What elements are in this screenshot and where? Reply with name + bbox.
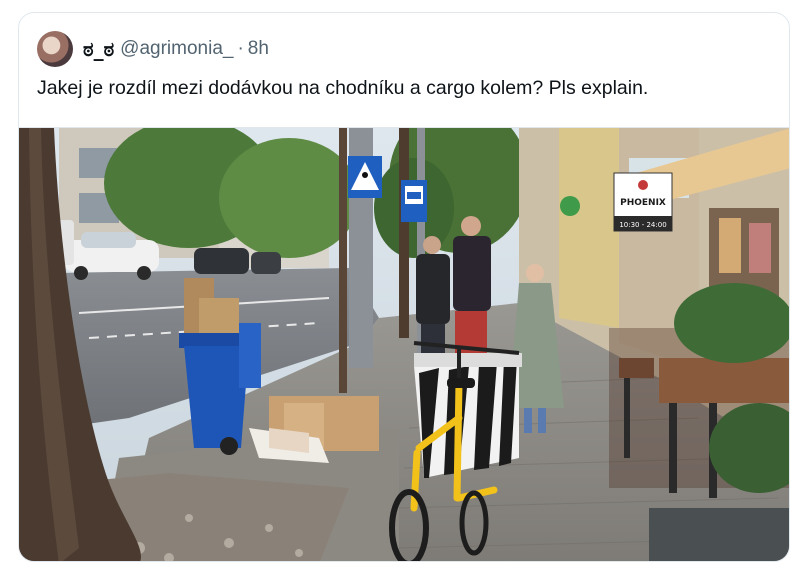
dark-car <box>194 248 249 274</box>
pedestrian-red-pants <box>453 216 491 366</box>
tweet-text: Jakej je rozdíl mezi dodávkou na chodník… <box>37 77 649 99</box>
cargo-bike-box <box>414 353 522 478</box>
display-name[interactable]: ಠ_ಠ <box>83 37 114 61</box>
svg-text:10:30 - 24:00: 10:30 - 24:00 <box>619 221 666 229</box>
tweet-photo[interactable]: PHOENIX 10:30 - 24:00 <box>19 127 789 561</box>
parking-sign <box>401 180 427 222</box>
timestamp[interactable]: 8h <box>248 38 269 60</box>
user-handle[interactable]: @agrimonia_ <box>120 38 233 60</box>
svg-text:PHOENIX: PHOENIX <box>620 198 666 208</box>
separator-dot: · <box>237 38 244 59</box>
phoenix-sign: PHOENIX 10:30 - 24:00 <box>613 172 673 232</box>
tweet-header: ಠ_ಠ @agrimonia_ · 8h <box>37 31 269 67</box>
pedestrian-crossing-sign <box>348 156 382 198</box>
tweet-card[interactable]: ಠ_ಠ @agrimonia_ · 8h Jakej je rozdíl mez… <box>18 12 790 562</box>
avatar[interactable] <box>37 31 73 67</box>
round-sign <box>560 196 580 216</box>
young-tree <box>339 128 347 393</box>
bike-seat <box>447 378 475 388</box>
